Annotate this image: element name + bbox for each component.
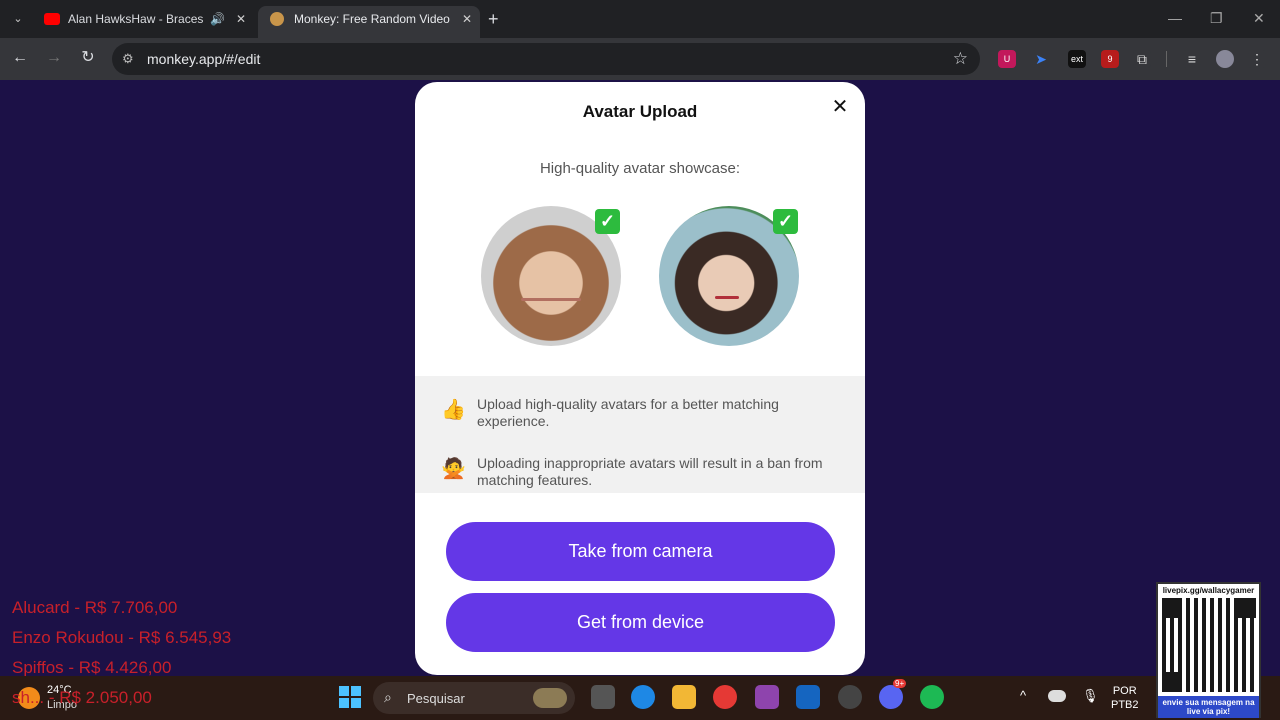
spotify-icon[interactable] — [920, 685, 944, 709]
tips-panel: 👍 Upload high-quality avatars for a bett… — [415, 376, 865, 493]
reload-icon[interactable]: ↻ — [78, 48, 98, 68]
kebab-menu-icon[interactable]: ⋮ — [1248, 50, 1266, 68]
profile-avatar[interactable] — [1216, 50, 1234, 68]
arrow-extension-icon[interactable]: ➤ — [1032, 50, 1050, 68]
face-mouth-shape — [715, 296, 739, 299]
tab-title: Alan HawksHaw - Braces an — [68, 12, 204, 26]
donation-entry: sh... - R$ 2.050,00 — [12, 688, 152, 707]
minimize-icon[interactable]: — — [1168, 8, 1182, 28]
ext-extension-icon[interactable]: ext — [1068, 50, 1086, 68]
avatar-upload-modal: Avatar Upload ✕ High-quality avatar show… — [415, 82, 865, 675]
monkey-icon — [270, 12, 284, 26]
media-queue-icon[interactable]: ≡ — [1183, 50, 1201, 68]
url-text[interactable]: monkey.app/#/edit — [147, 51, 260, 67]
lang-line2: PTB2 — [1111, 699, 1139, 711]
close-tab-icon[interactable]: ✕ — [462, 6, 472, 32]
toolbar-divider — [1166, 51, 1167, 67]
window-close-icon[interactable]: ✕ — [1253, 8, 1265, 28]
no-entry-person-icon: 🙅 — [441, 458, 466, 480]
qr-top-text: livepix.gg/wallacygamer — [1162, 586, 1255, 595]
take-from-camera-button[interactable]: Take from camera — [446, 522, 835, 581]
bitwarden-icon[interactable] — [796, 685, 820, 709]
new-tab-button[interactable]: + — [488, 8, 499, 30]
tip-text: Upload high-quality avatars for a better… — [477, 396, 779, 429]
tip-text: Uploading inappropriate avatars will res… — [477, 455, 823, 488]
restore-icon[interactable]: ❐ — [1210, 8, 1223, 28]
livepix-qr-overlay: livepix.gg/wallacygamer envie sua mensag… — [1156, 582, 1261, 718]
qr-bottom-text: envie sua mensagem na live via pix! — [1158, 696, 1259, 718]
close-icon[interactable]: ✕ — [829, 96, 851, 118]
discord-badge: 9+ — [893, 679, 907, 688]
file-explorer-icon[interactable] — [672, 685, 696, 709]
tab-title: Monkey: Free Random Video C — [294, 12, 452, 26]
weather-tray-icon[interactable] — [1048, 690, 1066, 702]
windows-start-icon[interactable] — [339, 686, 361, 708]
edge-icon[interactable] — [631, 685, 655, 709]
forward-icon[interactable]: → — [44, 48, 64, 68]
puzzle-extensions-icon[interactable]: ⧉ — [1133, 50, 1151, 68]
search-placeholder: Pesquisar — [407, 691, 465, 706]
shield-extension-icon[interactable]: U — [998, 50, 1016, 68]
showcase-label: High-quality avatar showcase: — [539, 160, 741, 177]
tab-monkey[interactable]: Monkey: Free Random Video C ✕ — [258, 6, 480, 38]
site-settings-icon[interactable]: ⚙ — [122, 51, 134, 67]
youtube-icon — [44, 13, 60, 25]
face-mouth-shape — [521, 298, 581, 301]
lang-line1: POR — [1112, 685, 1137, 697]
bookmark-star-icon[interactable]: ☆ — [953, 49, 968, 69]
search-highlight-icon — [533, 688, 567, 708]
donation-entry: Enzo Rokudou - R$ 6.545,93 — [12, 628, 232, 647]
browser-tab-bar: ⌄ Alan HawksHaw - Braces an 🔊 ✕ Monkey: … — [0, 0, 1280, 38]
obs-icon[interactable] — [838, 685, 862, 709]
thumbs-up-icon: 👍 — [441, 399, 466, 421]
microphone-icon[interactable]: 🎙 — [1082, 688, 1099, 704]
speaker-icon[interactable]: 🔊 — [210, 6, 225, 32]
task-view-icon[interactable] — [591, 685, 615, 709]
checkmark-icon: ✓ — [773, 209, 798, 234]
checkmark-icon: ✓ — [595, 209, 620, 234]
donation-entry: Alucard - R$ 7.706,00 — [12, 598, 178, 617]
tab-search-chevron-icon[interactable]: ⌄ — [6, 8, 30, 30]
tab-youtube[interactable]: Alan HawksHaw - Braces an 🔊 ✕ — [32, 6, 254, 38]
badge-extension-icon[interactable]: 9 — [1101, 50, 1119, 68]
modal-title: Avatar Upload — [582, 102, 698, 121]
search-icon: ⌕ — [384, 689, 392, 705]
tray-chevron-icon[interactable]: ^ — [1020, 688, 1026, 703]
discord-icon[interactable]: 9+ — [879, 679, 907, 709]
copilot-icon[interactable] — [755, 685, 779, 709]
taskbar-search[interactable]: ⌕ Pesquisar — [373, 682, 575, 714]
close-tab-icon[interactable]: ✕ — [236, 6, 246, 32]
chrome-icon[interactable] — [713, 685, 737, 709]
address-bar[interactable]: ⚙ monkey.app/#/edit ☆ — [112, 43, 980, 75]
back-icon[interactable]: ← — [10, 48, 30, 68]
get-from-device-button[interactable]: Get from device — [446, 593, 835, 652]
browser-toolbar: ← → ↻ ⚙ monkey.app/#/edit ☆ U ➤ ext 9 ⧉ … — [0, 38, 1280, 80]
windows-taskbar: 24°C Limpo ⌕ Pesquisar 9+ ^ 🎙 POR PTB2 — [0, 676, 1280, 720]
donation-entry: Spiffos - R$ 4.426,00 — [12, 658, 172, 677]
qr-code-icon — [1162, 598, 1256, 692]
language-indicator[interactable]: POR PTB2 — [1111, 684, 1139, 712]
